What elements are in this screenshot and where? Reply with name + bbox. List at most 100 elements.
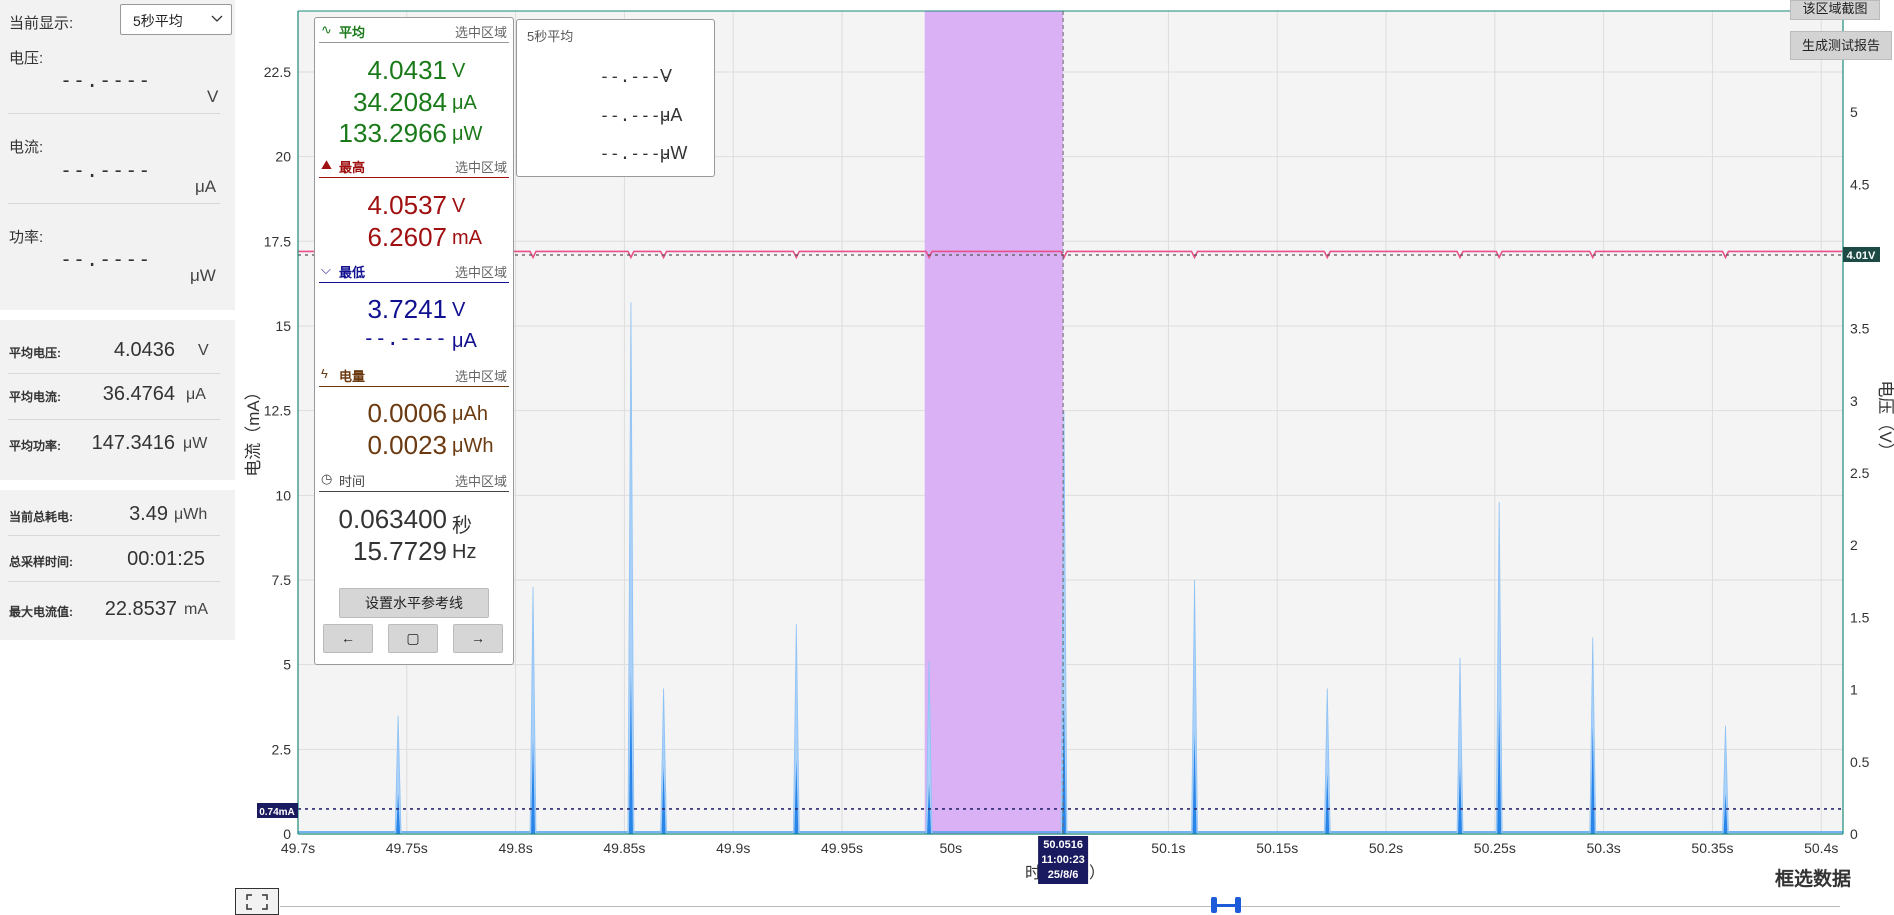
y-right-tick-label: 3.5 [1850, 321, 1870, 337]
y-left-tick-label: 17.5 [264, 233, 291, 249]
y-left-tick-label: 5 [283, 657, 291, 673]
y-right-axis-label: 电压（V） [1876, 380, 1894, 459]
x-tick-label: 49.75s [386, 840, 428, 856]
y-right-tick-label: 2 [1850, 537, 1858, 553]
avg-current-unit: μA [452, 92, 477, 114]
y-left-tick-label: 7.5 [272, 572, 292, 588]
min-voltage-unit: V [452, 299, 466, 321]
current-ref-badge: 0.74mA [257, 803, 298, 818]
timeline-handle[interactable] [1211, 897, 1241, 913]
time-hz: 15.7729 [353, 536, 447, 566]
fullscreen-button[interactable] [235, 888, 279, 915]
timeline-track[interactable] [280, 906, 1840, 907]
max-voltage-unit: V [452, 195, 466, 217]
y-right-tick-label: 2.5 [1850, 465, 1870, 481]
lightning-icon: ϟ [321, 366, 328, 381]
x-tick-label: 49.8s [498, 840, 532, 856]
avg5-current-unit: μA [660, 105, 683, 125]
avg5-current: --.---- [599, 106, 671, 126]
y-right-tick-label: 3 [1850, 393, 1858, 409]
x-tick-label: 49.9s [716, 840, 750, 856]
box-select-label: 框选数据 [1775, 869, 1852, 890]
prev-button[interactable]: ← [323, 624, 373, 653]
generate-report-button[interactable]: 生成测试报告 [1790, 31, 1892, 60]
avg5-power-unit: μW [660, 143, 688, 163]
set-reference-line-button[interactable]: 设置水平参考线 [339, 588, 489, 618]
y-left-tick-label: 15 [275, 318, 291, 334]
min-section-header: ⌵ 最低 选中区域 [319, 260, 509, 283]
clock-icon: ◷ [321, 471, 333, 486]
max-current-unit: mA [452, 227, 482, 249]
y-right-tick-label: 5 [1850, 104, 1858, 120]
y-left-tick-labels: 0 2.5 5 7.5 10 12.5 15 17.5 20 22.5 [264, 64, 291, 842]
region-label: 选中区域 [454, 265, 507, 280]
y-left-tick-label: 12.5 [264, 403, 291, 419]
handle-right[interactable] [1235, 897, 1241, 913]
time-hz-unit: Hz [452, 541, 477, 563]
x-tick-label: 49.7s [281, 840, 315, 856]
avg-title: 平均 [339, 25, 366, 40]
y-right-tick-label: 1 [1850, 682, 1858, 698]
y-right-tick-label: 0 [1850, 826, 1858, 842]
charge-wh: 0.0023 [367, 430, 447, 460]
y-left-tick-label: 10 [275, 487, 291, 503]
next-button[interactable]: → [453, 624, 503, 653]
min-current: --.---- [362, 326, 447, 350]
chart[interactable]: 49.7s49.75s49.8s49.85s49.9s49.95s50s50.0… [0, 0, 1894, 913]
avg-section-header: ∿ 平均 选中区域 [319, 20, 509, 43]
charge-title: 电量 [339, 369, 366, 384]
y-left-tick-label: 2.5 [272, 741, 292, 757]
region-label: 选中区域 [454, 369, 507, 384]
min-voltage: 3.7241 [367, 294, 447, 324]
time-title: 时间 [339, 474, 366, 489]
x-tick-label: 50s [940, 840, 963, 856]
cursor-time: 11:00:23 [1041, 854, 1084, 866]
y-left-tick-label: 22.5 [264, 64, 291, 80]
five-second-average-panel: 5秒平均 --.---- V --.---- μA --.---- μW [516, 19, 715, 177]
charge-section-header: ϟ 电量 选中区域 [319, 364, 509, 387]
region-label: 选中区域 [454, 474, 507, 489]
avg5-title: 5秒平均 [527, 29, 574, 44]
min-title: 最低 [339, 265, 366, 280]
avg5-power: --.---- [599, 144, 671, 164]
time-seconds: 0.063400 [338, 504, 447, 534]
max-current: 6.2607 [367, 222, 447, 252]
avg-power: 133.2966 [338, 118, 447, 148]
y-right-tick-label: 4.5 [1850, 176, 1870, 192]
region-label: 选中区域 [454, 25, 507, 40]
cursor-date: 25/8/6 [1048, 869, 1079, 881]
region-stats-panel: ∿ 平均 选中区域 4.0431 V 34.2084 μA 133.2966 μ… [314, 17, 514, 665]
current-ref-label: 0.74mA [259, 807, 295, 818]
x-tick-label: 49.85s [603, 840, 645, 856]
x-tick-label: 50.25s [1474, 840, 1516, 856]
cursor-value: 50.0516 [1043, 839, 1083, 851]
avg-power-unit: μW [452, 123, 483, 145]
wave-icon: ∿ [321, 22, 332, 37]
y-right-tick-labels: 00.511.522.533.544.555.5 [1850, 32, 1870, 842]
charge-ah-unit: μAh [452, 403, 488, 425]
expand-icon [246, 894, 268, 910]
avg5-voltage: --.---- [599, 67, 671, 87]
region-screenshot-button[interactable]: 该区域截图 [1790, 0, 1880, 20]
avg5-voltage-unit: V [660, 66, 673, 86]
stop-button[interactable]: ▢ [388, 624, 438, 653]
charge-ah: 0.0006 [367, 398, 447, 428]
avg-voltage: 4.0431 [367, 55, 447, 85]
y-left-axis-label: 电流（mA） [244, 383, 263, 477]
x-tick-label: 50.35s [1691, 840, 1733, 856]
x-tick-label: 50.4s [1804, 840, 1838, 856]
x-tick-label: 50.1s [1151, 840, 1185, 856]
min-current-unit: μA [452, 330, 477, 352]
max-title: 最高 [339, 160, 366, 175]
voltage-ref-label: 4.01V [1847, 250, 1876, 262]
y-left-tick-label: 0 [283, 826, 291, 842]
region-label: 选中区域 [454, 160, 507, 175]
selection-region[interactable] [924, 11, 1064, 834]
max-section-header: ⛰ 最高 选中区域 [319, 155, 509, 178]
cursor-badge: 50.0516 11:00:23 25/8/6 [1038, 836, 1089, 884]
charge-wh-unit: μWh [452, 435, 494, 457]
avg-voltage-unit: V [452, 60, 466, 82]
y-right-tick-label: 0.5 [1850, 754, 1870, 770]
y-right-tick-label: 1.5 [1850, 609, 1870, 625]
time-section-header: ◷ 时间 选中区域 [319, 469, 509, 492]
